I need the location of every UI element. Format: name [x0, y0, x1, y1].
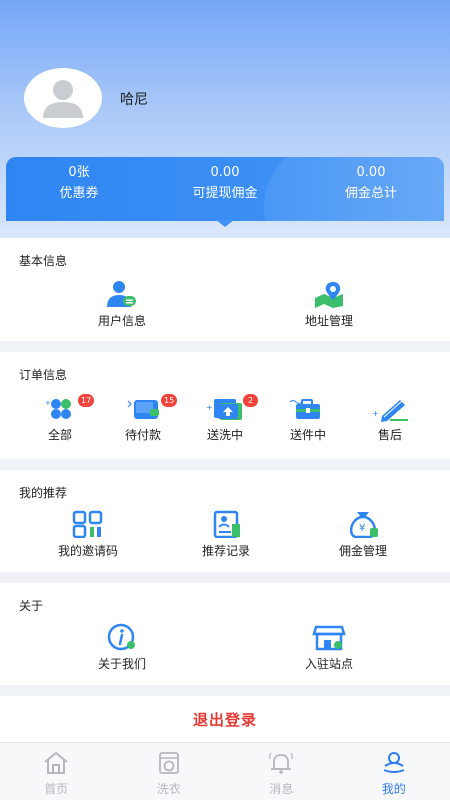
invite-code-item[interactable]: 我的邀请码 [48, 510, 128, 559]
stats-card: 0张 优惠券 0.00 可提现佣金 0.00 佣金总计 [6, 157, 444, 221]
station-join-item[interactable]: 入驻站点 [289, 623, 369, 672]
home-icon [44, 751, 68, 774]
order-delivering-item[interactable]: 送件中 [278, 396, 338, 443]
address-management-item[interactable]: 地址管理 [289, 280, 369, 329]
item-label: 我的邀请码 [57, 544, 118, 558]
order-pending-payment-item[interactable]: 15 待付款 [113, 394, 178, 443]
tab-home[interactable]: 首页 [0, 743, 113, 800]
tab-label: 首页 [44, 782, 69, 796]
wallet-icon [127, 400, 159, 419]
money-bag-icon: ¥ [349, 512, 378, 538]
washer-icon [158, 752, 179, 774]
logout-label: 退出登录 [192, 710, 257, 729]
stat-label: 可提现佣金 [192, 186, 258, 201]
item-label: 送洗中 [206, 428, 243, 442]
item-label: 全部 [47, 428, 72, 442]
item-label: 推荐记录 [201, 544, 250, 558]
tab-label: 洗衣 [156, 782, 181, 796]
bell-icon [269, 752, 294, 774]
section-title: 基本信息 [19, 254, 68, 268]
profile-icon [383, 752, 405, 773]
store-icon [312, 625, 346, 651]
section-title: 我的推荐 [19, 486, 68, 500]
item-label: 关于我们 [97, 657, 146, 671]
profile-area[interactable]: 哈尼 [24, 68, 148, 128]
item-label: 售后 [377, 428, 402, 442]
item-label: 入驻站点 [304, 657, 353, 671]
info-icon [107, 623, 135, 651]
svg-text:+: + [45, 399, 51, 407]
stat-value: 0.00 [210, 165, 240, 180]
about-us-item[interactable]: 关于我们 [82, 623, 162, 672]
stat-value: 0.00 [356, 165, 386, 180]
logout-button[interactable]: 退出登录 [0, 696, 450, 742]
badge-count: 17 [78, 394, 95, 407]
item-label: 送件中 [289, 428, 326, 442]
about-section: 关于 关于我们 入驻站点 [0, 583, 450, 685]
avatar[interactable] [24, 68, 102, 128]
tab-label: 我的 [381, 782, 406, 796]
item-label: 佣金管理 [338, 544, 387, 558]
item-label: 待付款 [124, 428, 161, 442]
user-info-item[interactable]: 用户信息 [82, 280, 162, 329]
tab-mine[interactable]: 我的 [338, 743, 450, 800]
basic-info-section: 基本信息 用户信息 地址管理 [0, 238, 450, 341]
qrcode-icon [72, 510, 103, 538]
section-title: 订单信息 [19, 368, 68, 382]
card-pointer [216, 220, 234, 227]
badge-count: 2 [243, 394, 258, 407]
order-info-section: 订单信息 + 17 全部 15 待付款 + 2 送洗中 送件中 + 售后 [0, 352, 450, 459]
badge-count: 15 [161, 394, 178, 407]
order-washing-item[interactable]: + 2 送洗中 [195, 394, 258, 443]
record-icon [213, 510, 240, 538]
stat-label: 佣金总计 [344, 186, 397, 201]
referral-record-item[interactable]: 推荐记录 [186, 510, 266, 559]
svg-text:¥: ¥ [359, 523, 365, 534]
pencil-icon: + [372, 400, 408, 422]
briefcase-icon [289, 399, 320, 419]
folder-upload-icon: + [206, 399, 242, 420]
stat-value: 0张 [68, 165, 90, 180]
tab-messages[interactable]: 消息 [225, 743, 338, 800]
stat-withdrawable-commission[interactable]: 0.00 可提现佣金 [152, 157, 298, 221]
item-label: 地址管理 [304, 314, 353, 328]
stat-coupons[interactable]: 0张 优惠券 [6, 157, 152, 221]
stat-label: 优惠券 [59, 186, 99, 201]
svg-text:+: + [372, 409, 379, 418]
item-label: 用户信息 [97, 314, 146, 328]
default-avatar-icon [43, 80, 83, 118]
tab-label: 消息 [269, 782, 294, 796]
svg-text:+: + [206, 403, 213, 412]
order-all-item[interactable]: + 17 全部 [30, 394, 95, 443]
map-pin-icon [315, 282, 343, 308]
grid-icon: + [45, 399, 71, 419]
order-after-sales-item[interactable]: + 售后 [360, 396, 420, 443]
tab-laundry[interactable]: 洗衣 [113, 743, 226, 800]
stat-total-commission[interactable]: 0.00 佣金总计 [298, 157, 444, 221]
user-info-icon [107, 281, 136, 307]
recommend-section: 我的推荐 我的邀请码 推荐记录 ¥ 佣金管理 [0, 470, 450, 572]
commission-management-item[interactable]: ¥ 佣金管理 [323, 510, 403, 559]
section-title: 关于 [19, 599, 44, 613]
bottom-tab-bar: 首页 洗衣 消息 我的 [0, 742, 450, 800]
username: 哈尼 [120, 92, 148, 108]
